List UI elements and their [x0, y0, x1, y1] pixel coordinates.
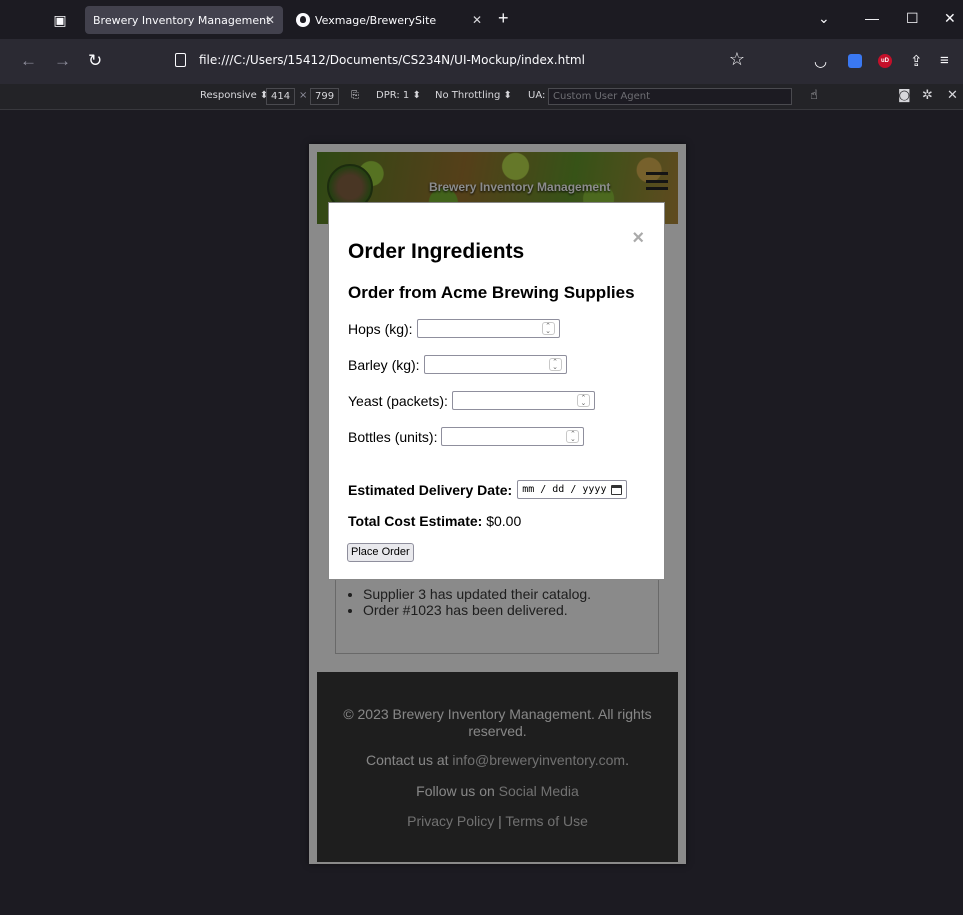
spinner-icon[interactable]: ⌃ ⌄: [548, 358, 562, 371]
place-order-button[interactable]: Place Order: [347, 543, 414, 562]
share-icon[interactable]: ⇪: [910, 52, 923, 70]
close-window-icon[interactable]: ✕: [944, 10, 956, 27]
back-icon[interactable]: ←: [20, 51, 37, 71]
maximize-icon[interactable]: ☐: [906, 10, 919, 27]
ua-label: UA:: [528, 90, 546, 101]
height-input[interactable]: 799: [310, 88, 340, 105]
ublock-icon[interactable]: uD: [878, 54, 892, 68]
responsive-toolbar: Responsive ⬍ 414 × 799 ⎘ DPR: 1 ⬍ No Thr…: [0, 84, 963, 110]
bottles-field: Bottles (units): ⌃ ⌄: [348, 427, 585, 446]
close-icon[interactable]: ×: [632, 227, 644, 250]
reload-icon[interactable]: ↻: [88, 51, 102, 71]
viewport: Brewery Inventory Management Supplier 3 …: [0, 110, 963, 915]
bottles-input[interactable]: ⌃ ⌄: [441, 427, 585, 446]
tab-bar: ▣ Brewery Inventory Management ✕ Vexmage…: [0, 0, 963, 39]
close-rdm-icon[interactable]: ✕: [947, 88, 958, 103]
forward-icon[interactable]: →: [54, 51, 71, 71]
dimension-separator: ×: [299, 90, 308, 101]
spinner-icon[interactable]: ⌃ ⌄: [566, 430, 580, 443]
minimize-icon[interactable]: —: [865, 10, 879, 26]
total-cost: Total Cost Estimate: $0.00: [348, 513, 521, 529]
screenshot-icon[interactable]: ◙: [898, 88, 911, 103]
new-tab-icon[interactable]: +: [498, 8, 509, 29]
user-agent-input[interactable]: Custom User Agent: [548, 88, 792, 105]
chevron-down-icon[interactable]: ⌄: [818, 10, 830, 27]
modal-title: Order Ingredients: [348, 240, 525, 263]
delivery-date-field: Estimated Delivery Date: mm / dd / yyyy: [348, 480, 628, 499]
spinner-icon[interactable]: ⌃ ⌄: [541, 322, 555, 335]
bottles-label: Bottles (units):: [348, 428, 438, 445]
settings-icon[interactable]: ✲: [922, 88, 933, 103]
yeast-field: Yeast (packets): ⌃ ⌄: [348, 391, 595, 410]
rotate-icon[interactable]: ⎘: [351, 90, 359, 101]
responsive-frame: Brewery Inventory Management Supplier 3 …: [309, 144, 686, 864]
modal-subtitle: Order from Acme Brewing Supplies: [348, 283, 635, 302]
yeast-input[interactable]: ⌃ ⌄: [451, 391, 595, 410]
calendar-icon[interactable]: [611, 484, 623, 495]
tab-github[interactable]: Vexmage/BrewerySite ✕: [290, 6, 490, 34]
bookmark-star-icon[interactable]: ☆: [729, 49, 745, 70]
tab-list-icon[interactable]: ▣: [50, 10, 70, 30]
github-icon: [296, 13, 310, 27]
total-cost-value: $0.00: [486, 513, 522, 529]
spinner-icon[interactable]: ⌃ ⌄: [576, 394, 590, 407]
barley-field: Barley (kg): ⌃ ⌄: [348, 355, 567, 374]
web-page: Brewery Inventory Management Supplier 3 …: [309, 144, 686, 864]
device-select[interactable]: Responsive ⬍: [200, 90, 268, 101]
hops-field: Hops (kg): ⌃ ⌄: [348, 319, 560, 338]
tab-title: Brewery Inventory Management: [93, 13, 271, 27]
tab-title: Vexmage/BrewerySite: [315, 13, 437, 27]
barley-input[interactable]: ⌃ ⌄: [423, 355, 567, 374]
barley-label: Barley (kg):: [348, 356, 420, 373]
page-icon: [175, 53, 186, 67]
nav-bar: ← → ↻ file:///C:/Users/15412/Documents/C…: [0, 39, 963, 84]
dpr-select[interactable]: DPR: 1 ⬍: [376, 90, 421, 101]
tab-active[interactable]: Brewery Inventory Management ✕: [85, 6, 283, 34]
pocket-icon[interactable]: ◡: [814, 52, 827, 70]
url-text[interactable]: file:///C:/Users/15412/Documents/CS234N/…: [199, 53, 585, 67]
hops-input[interactable]: ⌃ ⌄: [416, 319, 560, 338]
touch-icon[interactable]: ☝: [810, 88, 818, 103]
tab-close-icon[interactable]: ✕: [472, 13, 482, 27]
delivery-date-input[interactable]: mm / dd / yyyy: [517, 480, 628, 499]
yeast-label: Yeast (packets):: [348, 392, 448, 409]
width-input[interactable]: 414: [266, 88, 296, 105]
throttling-select[interactable]: No Throttling ⬍: [435, 90, 512, 101]
tab-close-icon[interactable]: ✕: [265, 13, 275, 27]
hops-label: Hops (kg):: [348, 320, 413, 337]
menu-icon[interactable]: ≡: [940, 52, 949, 69]
url-bar[interactable]: file:///C:/Users/15412/Documents/CS234N/…: [165, 45, 755, 77]
delivery-date-label: Estimated Delivery Date:: [348, 481, 513, 498]
extension-icon[interactable]: [848, 54, 862, 68]
order-ingredients-modal: × Order Ingredients Order from Acme Brew…: [328, 202, 665, 580]
total-cost-label: Total Cost Estimate:: [348, 513, 483, 529]
